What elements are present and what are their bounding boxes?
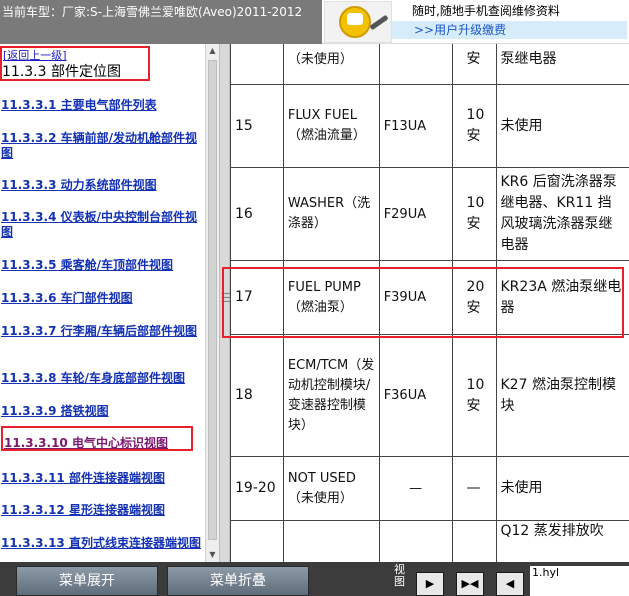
left-scrollbar[interactable]: ▲ ▼ [205,44,219,562]
fuse-number: 16 [230,167,284,261]
fuse-number [230,520,284,562]
table-row: 18 ECM/TCM（发动机控制模块/变速器控制模块） F36UA 10安 K2… [230,334,629,457]
fuse-id [378,520,453,562]
fuse-number [230,44,284,85]
fuse-usage: 未使用 [495,456,629,521]
nav-link-dashboard-view[interactable]: 11.3.3.4 仪表板/中央控制台部件视图 [1,210,205,240]
fuse-usage: Q12 蒸发排放吹 [495,520,629,562]
view-label: 视图 [394,563,405,588]
fuse-name: （未使用） [282,44,380,85]
nav-link-front-engine-view[interactable]: 11.3.3.2 车辆前部/发动机舱部件视图 [1,131,205,161]
scroll-up-icon[interactable]: ▲ [206,44,219,58]
nav-link-wheel-underbody-view[interactable]: 11.3.3.8 车轮/车身底部部件视图 [1,371,205,386]
nav-link-cabin-roof-view[interactable]: 11.3.3.5 乘客舱/车顶部件视图 [1,258,205,273]
nav-link-component-connector-view[interactable]: 11.3.3.11 部件连接器端视图 [1,471,205,486]
fuse-amperage [451,520,497,562]
fuse-amperage: 10安 [451,84,497,168]
menu-collapse-button[interactable]: 菜单折叠 [167,566,309,596]
scroll-down-icon[interactable]: ▼ [206,548,219,562]
view-left-arrow-icon[interactable]: ◀ [496,572,524,596]
table-row: Q12 蒸发排放吹 [230,520,629,562]
left-nav-pane: [返回上一级] 11.3.3 部件定位图 11.3.3.1 主要电气部件列表 1… [0,44,205,562]
fuse-id [378,44,453,85]
menu-expand-button[interactable]: 菜单展开 [16,566,158,596]
table-row: 16 WASHER（洗涤器） F29UA 10安 KR6 后窗洗涤器泵继电器、K… [230,167,629,261]
active-item-highlight-box [1,426,193,451]
vehicle-title: 当前车型：厂家:S-上海雪佛兰爱唯欧(Aveo)2011-2012 [2,5,303,19]
fuse-usage: 未使用 [495,84,629,168]
nav-link-trunk-rear-view[interactable]: 11.3.3.7 行李厢/车辆后部部件视图 [1,324,205,339]
nav-link-star-connector-view[interactable]: 11.3.3.12 星形连接器端视图 [1,503,205,518]
nav-link-door-view[interactable]: 11.3.3.6 车门部件视图 [1,291,205,306]
table-row: 15 FLUX FUEL（燃油流量） F13UA 10安 未使用 [230,84,629,168]
view-split-arrows-icon[interactable]: ▶◀ [456,572,484,596]
header-bar: 当前车型：厂家:S-上海雪佛兰爱唯欧(Aveo)2011-2012 随时,随地手… [0,0,629,44]
nav-link-powertrain-view[interactable]: 11.3.3.3 动力系统部件视图 [1,178,205,193]
fuse-id: — [378,456,453,521]
scroll-thumb[interactable] [208,60,217,540]
ad-text: 随时,随地手机查阅维修资料 [412,4,560,18]
view-right-arrow-icon[interactable]: ▶ [416,572,444,596]
nav-link-main-parts-list[interactable]: 11.3.3.1 主要电气部件列表 [1,98,205,113]
fuse-name: FLUX FUEL（燃油流量） [282,84,380,168]
fuse-amperage: 安 [451,44,497,85]
fuse-number: 19-20 [230,456,284,521]
fuse-name: ECM/TCM（发动机控制模块/变速器控制模块） [282,334,380,457]
fuse-amperage: 10安 [451,334,497,457]
table-row: 19-20 NOT USED（未使用） — — 未使用 [230,456,629,521]
nav-link-ground-view[interactable]: 11.3.3.9 搭铁视图 [1,404,205,419]
upgrade-link[interactable]: >>用户升级缴费 [392,21,627,39]
table-row: （未使用） 安 泵继电器 [230,44,629,85]
fuse-name [282,520,380,562]
fuse-amperage: 10安 [451,167,497,261]
ad-banner[interactable]: 随时,随地手机查阅维修资料 >>用户升级缴费 [322,0,629,44]
nav-link-inline-connector-view[interactable]: 11.3.3.13 直列式线束连接器端视图 [1,536,205,551]
fuse-id: F13UA [378,84,453,168]
fuse-name: NOT USED（未使用） [282,456,380,521]
bottom-toolbar: 菜单展开 菜单折叠 视图 ▶ ▶◀ ◀ 1.hyl [0,562,629,596]
fuse-number: 18 [230,334,284,457]
fuse-usage: 泵继电器 [495,44,629,85]
fuse-amperage: — [451,456,497,521]
fuse-usage: K27 燃油泵控制模块 [495,334,629,457]
title-highlight-box [0,46,150,81]
fuel-pump-row-highlight-box [222,267,624,338]
fuse-usage: KR6 后窗洗涤器泵继电器、KR11 挡风玻璃洗涤器泵继电器 [495,167,629,261]
fuse-number: 15 [230,84,284,168]
fuse-name: WASHER（洗涤器） [282,167,380,261]
fuse-id: F29UA [378,167,453,261]
mechanic-logo-icon [324,1,392,43]
file-name: 1.hyl [530,566,629,596]
fuse-id: F36UA [378,334,453,457]
